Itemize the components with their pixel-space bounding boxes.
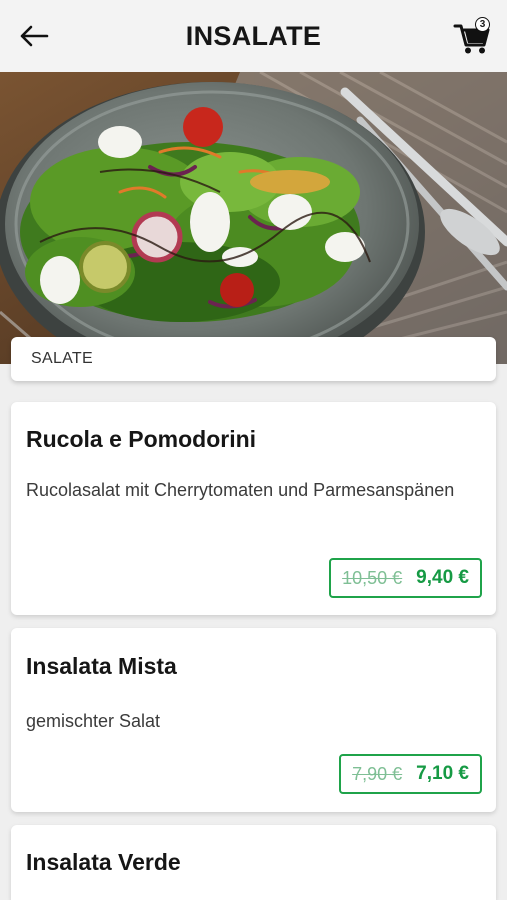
salad-bowl-photo xyxy=(0,72,507,364)
product-name: Insalata Mista xyxy=(26,653,177,679)
price-tag[interactable]: 7,90 € 7,10 € xyxy=(339,754,482,794)
product-card[interactable]: Insalata Verde xyxy=(11,825,496,900)
page-title: INSALATE xyxy=(185,20,322,51)
category-label-bar: SALATE xyxy=(11,337,496,381)
product-card[interactable]: Rucola e Pomodorini Rucolasalat mit Cher… xyxy=(11,402,496,615)
price-tag[interactable]: 10,50 € 9,40 € xyxy=(329,558,482,598)
product-card[interactable]: Insalata Mista gemischter Salat 7,90 € 7… xyxy=(11,628,496,812)
original-price: 7,90 € xyxy=(352,763,403,784)
discounted-price: 9,40 € xyxy=(416,567,469,588)
product-description: Rucolasalat mit Cherrytomaten und Parmes… xyxy=(26,480,455,500)
arrow-left-icon xyxy=(20,25,49,47)
product-name: Rucola e Pomodorini xyxy=(26,426,257,452)
original-price: 10,50 € xyxy=(342,567,403,588)
discounted-price: 7,10 € xyxy=(416,763,469,784)
product-name: Insalata Verde xyxy=(26,849,181,875)
category-label: SALATE xyxy=(31,350,93,367)
cart-count-badge: 3 xyxy=(475,17,490,32)
app-header: INSALATE 3 xyxy=(0,0,507,72)
cart-button[interactable]: 3 xyxy=(453,14,493,56)
product-description: gemischter Salat xyxy=(26,711,161,731)
back-button[interactable] xyxy=(14,16,54,56)
category-hero-image xyxy=(0,72,507,364)
